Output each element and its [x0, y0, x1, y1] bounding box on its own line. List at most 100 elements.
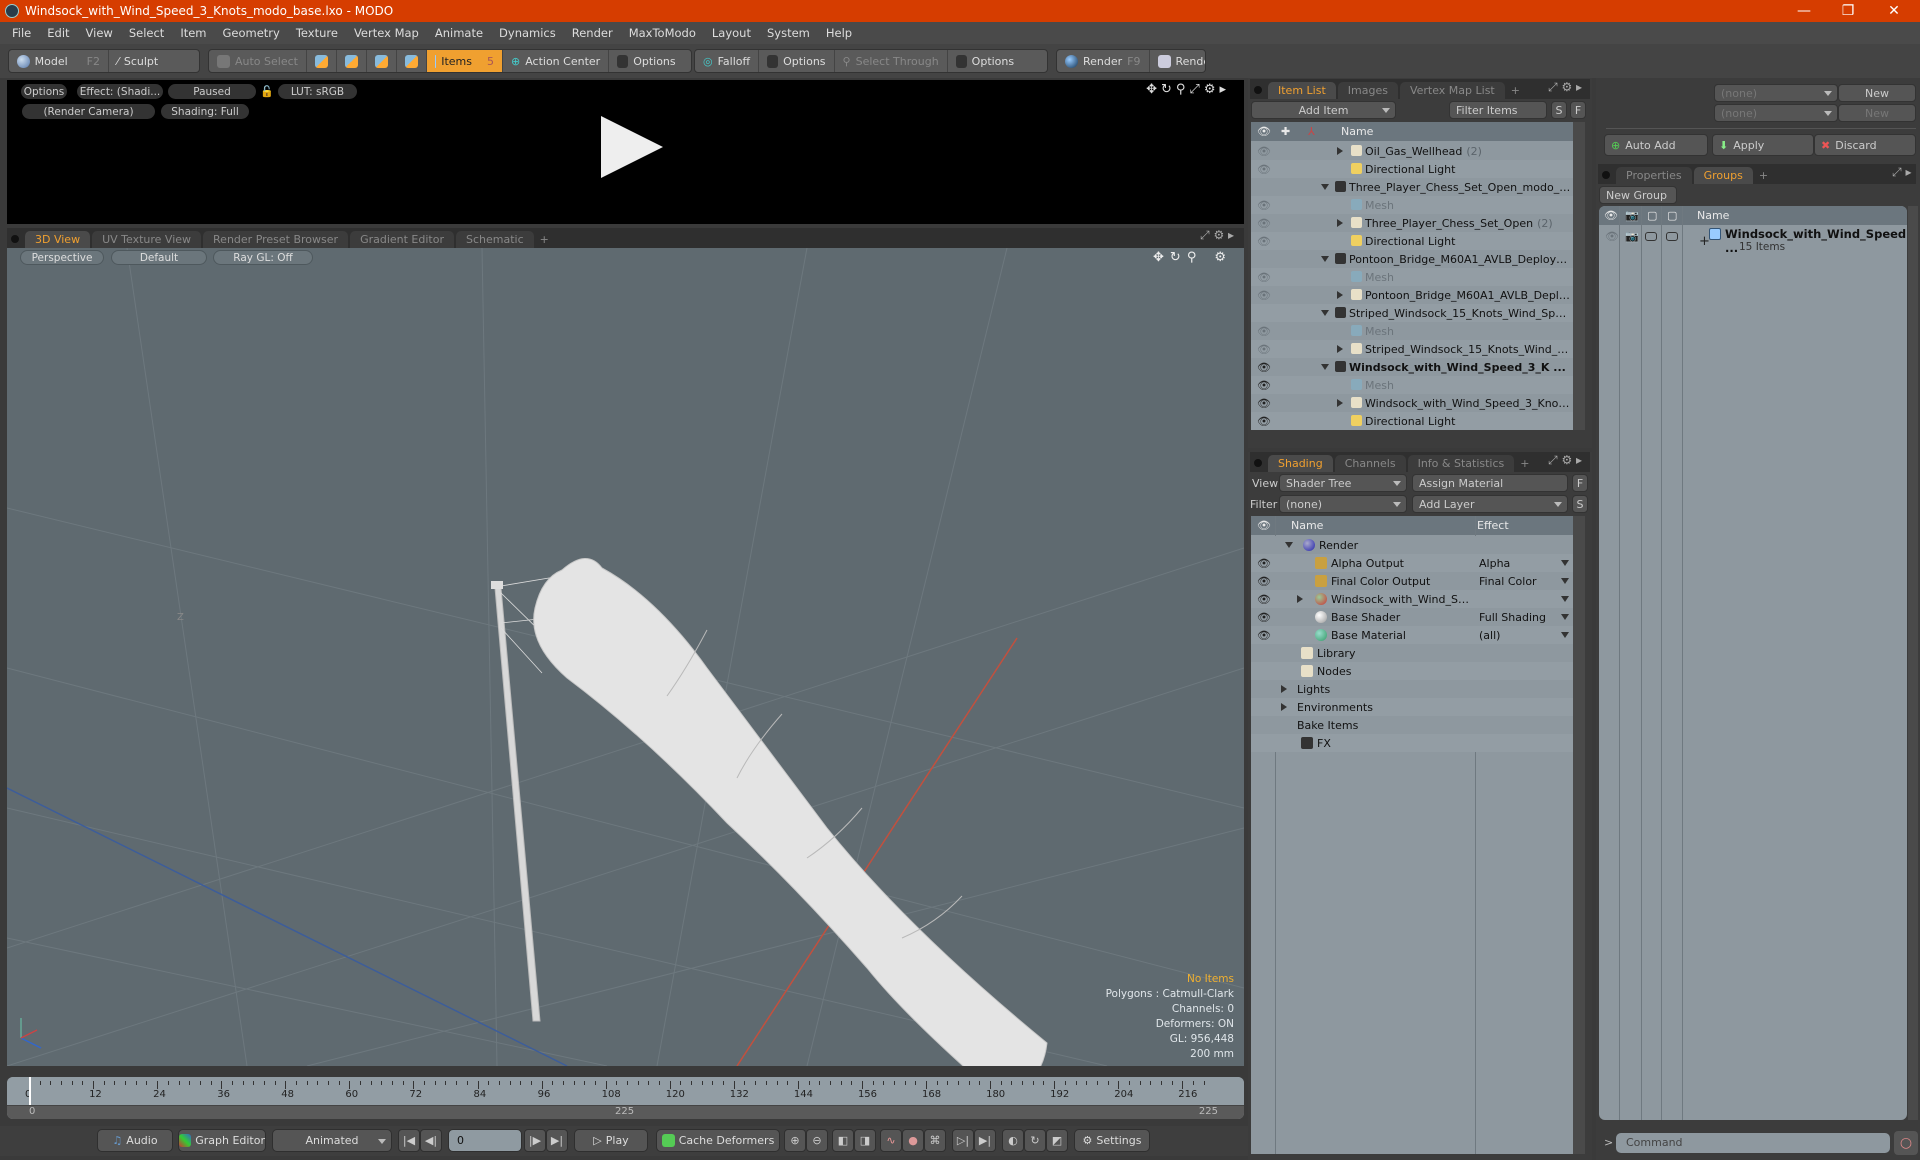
- item-row[interactable]: 👁 Windsock_with_Wind_Speed_3_K ...: [1251, 358, 1573, 376]
- name-column-header[interactable]: Name: [1291, 519, 1323, 532]
- expand-arrow-icon[interactable]: ▸: [1576, 80, 1582, 94]
- expand-arrow-icon[interactable]: ▸: [1905, 165, 1911, 179]
- gear-icon[interactable]: ⚙: [1561, 453, 1572, 467]
- model-mode-button[interactable]: Model F2: [9, 50, 109, 72]
- menu-dynamics[interactable]: Dynamics: [491, 26, 564, 40]
- auto-select-button[interactable]: Auto Select: [209, 50, 307, 72]
- windsock-model[interactable]: [491, 558, 1048, 1066]
- curve-key-button[interactable]: ∿: [880, 1129, 902, 1152]
- new-pass-group-button[interactable]: New: [1838, 84, 1916, 102]
- expand-arrow-icon[interactable]: ▸: [1219, 82, 1230, 97]
- menu-edit[interactable]: Edit: [39, 26, 77, 40]
- visibility-toggle[interactable]: 👁: [1257, 325, 1271, 338]
- item-row[interactable]: Three_Player_Chess_Set_Open_modo_ ...: [1251, 178, 1573, 196]
- lut-dropdown[interactable]: LUT: sRGB: [278, 84, 357, 99]
- next-key-button[interactable]: |▶: [524, 1129, 546, 1152]
- key-selected-button[interactable]: ◐: [1002, 1129, 1024, 1152]
- falloff-button[interactable]: ◎ Falloff: [695, 50, 760, 72]
- chevron-down-icon[interactable]: [1561, 614, 1569, 620]
- action-center-options-button[interactable]: Options: [609, 50, 691, 72]
- menu-item[interactable]: Item: [172, 26, 214, 40]
- render-preview[interactable]: Options Effect: (Shadi... Paused 🔓 LUT: …: [7, 80, 1244, 224]
- panel-grip-icon[interactable]: [1254, 86, 1262, 94]
- visibility-toggle[interactable]: 👁: [1257, 199, 1271, 212]
- item-row[interactable]: 👁 Mesh: [1251, 322, 1573, 340]
- viewport-tab-tools[interactable]: ⤢ ⚙ ▸: [1200, 228, 1234, 243]
- passes-dropdown[interactable]: (none): [1714, 104, 1838, 122]
- item-row[interactable]: 👁 Oil_Gas_Wellhead (2): [1251, 142, 1573, 160]
- last-key-frame-button[interactable]: ▶|: [974, 1129, 996, 1152]
- panel-grip-icon[interactable]: [11, 235, 19, 243]
- name-column-header[interactable]: Name: [1341, 125, 1373, 138]
- maximize-icon[interactable]: ⤢: [1548, 453, 1558, 467]
- next-key-frame-button[interactable]: ▷|: [952, 1129, 974, 1152]
- item-row[interactable]: 👁 Directional Light: [1251, 412, 1573, 430]
- view-dropdown[interactable]: Shader Tree: [1279, 474, 1407, 492]
- projection-dropdown[interactable]: Perspective: [20, 250, 104, 265]
- collapse-arrow-icon[interactable]: [1285, 542, 1293, 548]
- panel-grip-icon[interactable]: [1254, 459, 1262, 467]
- filter-dropdown[interactable]: (none): [1279, 495, 1407, 513]
- falloff-options-button[interactable]: Options: [759, 50, 835, 72]
- select-vertices-button[interactable]: [307, 50, 337, 72]
- filter-items-input[interactable]: Filter Items: [1449, 101, 1547, 119]
- shader-row[interactable]: 👁 Windsock_with_Wind_Spe ...: [1251, 590, 1573, 608]
- collapse-arrow-icon[interactable]: [1321, 310, 1329, 316]
- menu-select[interactable]: Select: [121, 26, 172, 40]
- raygl-toggle[interactable]: Ray GL: Off: [213, 250, 313, 265]
- tab-groups[interactable]: Groups: [1693, 167, 1753, 184]
- tab-shading[interactable]: Shading: [1268, 455, 1333, 472]
- filter-f-button[interactable]: F: [1570, 101, 1586, 119]
- lock-column-icon[interactable]: ▢: [1647, 209, 1657, 222]
- maximize-icon[interactable]: ⤢: [1548, 80, 1558, 94]
- items-mode-button[interactable]: Items 5: [426, 50, 503, 72]
- chevron-down-icon[interactable]: [1561, 596, 1569, 602]
- viewport-nav-tools[interactable]: ✥↻⚲ ⚙: [1153, 250, 1232, 265]
- panel-grip-icon[interactable]: [1602, 171, 1610, 179]
- auto-add-button[interactable]: ⊕ Auto Add: [1604, 134, 1708, 156]
- item-row[interactable]: 👁 Directional Light: [1251, 232, 1573, 250]
- timeline[interactable]: 0 12 24 36 48 60 72 84 96 108 120 132 144 156 168 180 19…: [7, 1077, 1244, 1119]
- select-through-button[interactable]: ⚲ Select Through: [835, 50, 948, 72]
- move-icon[interactable]: ✥: [1146, 82, 1161, 97]
- chevron-down-icon[interactable]: [1561, 578, 1569, 584]
- shader-row[interactable]: FX: [1251, 734, 1573, 752]
- record-macro-button[interactable]: ○: [1894, 1131, 1918, 1155]
- item-row[interactable]: 👁 Pontoon_Bridge_M60A1_AVLB_Deplo ...: [1251, 286, 1573, 304]
- collapse-arrow-icon[interactable]: [1321, 364, 1329, 370]
- add-tab-button[interactable]: +: [1507, 82, 1524, 99]
- menu-help[interactable]: Help: [818, 26, 860, 40]
- gear-icon[interactable]: ⚙: [1214, 250, 1232, 265]
- render-button[interactable]: Render F9: [1057, 50, 1150, 72]
- paused-button[interactable]: Paused: [168, 84, 256, 99]
- item-list-tools[interactable]: ⤢ ⚙ ▸: [1548, 80, 1582, 95]
- rotate-icon[interactable]: ↻: [1170, 250, 1187, 265]
- play-icon[interactable]: [601, 116, 663, 178]
- add-tab-button[interactable]: +: [1516, 455, 1533, 472]
- select-toggle[interactable]: [1666, 232, 1678, 241]
- graph-editor-button[interactable]: Graph Editor: [178, 1129, 266, 1152]
- effect-column-header[interactable]: Effect: [1477, 519, 1509, 532]
- menu-view[interactable]: View: [78, 26, 121, 40]
- menu-texture[interactable]: Texture: [288, 26, 346, 40]
- prev-keyframe-button[interactable]: ◧: [832, 1129, 854, 1152]
- last-frame-button[interactable]: ▶|: [546, 1129, 568, 1152]
- visibility-toggle[interactable]: 👁: [1257, 557, 1271, 570]
- 3d-viewport[interactable]: Perspective Default Ray GL: Off Z ✥↻⚲ ⚙ N…: [7, 248, 1244, 1066]
- axis-column-icon[interactable]: ⅄: [1308, 125, 1315, 138]
- name-column-header[interactable]: Name: [1697, 209, 1729, 222]
- new-pass-button[interactable]: New: [1838, 104, 1916, 122]
- minimize-button[interactable]: —: [1782, 0, 1826, 22]
- shader-row[interactable]: Bake Items: [1251, 716, 1573, 734]
- settings-button[interactable]: ⚙ Settings: [1074, 1129, 1150, 1152]
- shader-row[interactable]: 👁 Final Color Output Final Color: [1251, 572, 1573, 590]
- item-row[interactable]: 👁 Mesh: [1251, 196, 1573, 214]
- shader-row[interactable]: 👁 Base Material (all): [1251, 626, 1573, 644]
- lock-icon[interactable]: 🔓: [260, 85, 274, 98]
- sculpt-mode-button[interactable]: ⁄ Sculpt: [109, 50, 166, 72]
- add-tab-button[interactable]: +: [536, 231, 553, 248]
- visibility-toggle[interactable]: 👁: [1257, 575, 1271, 588]
- new-group-button[interactable]: New Group: [1599, 186, 1677, 204]
- maximize-icon[interactable]: ⤢: [1200, 228, 1210, 242]
- render-toggle[interactable]: 📷: [1625, 230, 1639, 243]
